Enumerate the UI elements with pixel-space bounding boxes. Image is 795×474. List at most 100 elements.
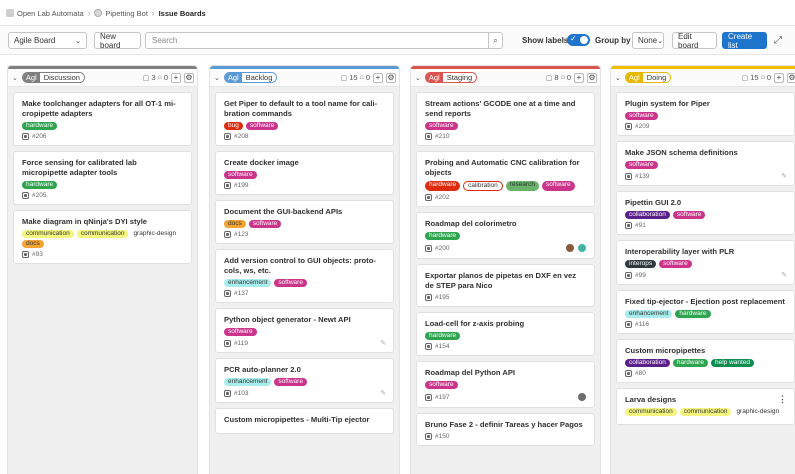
issue-card[interactable]: Python object generator - Newt API softwa…: [215, 308, 394, 353]
issue-title[interactable]: Custom micropipettes: [625, 346, 787, 356]
issue-label[interactable]: interops: [625, 260, 657, 268]
issue-card[interactable]: Exportar planos de pipetas en DXF en vez…: [416, 264, 595, 307]
issue-card[interactable]: Document the GUI-backend APIs docs softwar…: [215, 200, 394, 244]
breadcrumb-current[interactable]: Issue Boards: [159, 9, 206, 18]
issue-title[interactable]: Python object generator - Newt API: [224, 315, 386, 325]
issue-card[interactable]: Roadmap del Python API software #197: [416, 361, 595, 408]
issue-label[interactable]: software: [224, 171, 257, 179]
issue-title[interactable]: Create docker image: [224, 158, 386, 168]
add-issue-button[interactable]: +: [574, 72, 584, 83]
chevron-down-icon[interactable]: ⌄: [12, 74, 18, 82]
issue-label[interactable]: hardware: [425, 232, 461, 240]
search-icon[interactable]: ⌕: [488, 32, 502, 49]
issue-label[interactable]: calibration: [463, 181, 503, 191]
chevron-down-icon[interactable]: ⌄: [214, 74, 220, 82]
issue-label[interactable]: hardware: [675, 310, 711, 318]
issue-title[interactable]: Interoperability layer with PLR: [625, 247, 787, 257]
issue-card[interactable]: Bruno Fase 2 - definir Tareas y hacer Pa…: [416, 413, 595, 446]
pencil-icon[interactable]: ✎: [781, 172, 787, 180]
avatar[interactable]: [577, 392, 587, 402]
issue-card[interactable]: Probing and Automatic CNC calibration fo…: [416, 151, 595, 207]
issue-label[interactable]: software: [248, 220, 282, 228]
issue-card[interactable]: Create docker image software #199: [215, 151, 394, 195]
issue-title[interactable]: Get Piper to default to a tool name for …: [224, 99, 386, 119]
issue-label[interactable]: software: [274, 279, 307, 287]
issue-label[interactable]: software: [625, 161, 658, 169]
new-board-button[interactable]: New board: [94, 32, 141, 50]
pencil-icon[interactable]: ✎: [380, 339, 386, 347]
issue-title[interactable]: Make diagram in qNinja's DYI style: [22, 217, 184, 227]
issue-label[interactable]: collaboration: [625, 211, 670, 219]
list-label[interactable]: Agl Backlog: [223, 72, 278, 83]
add-issue-button[interactable]: +: [373, 72, 383, 83]
search-input[interactable]: [146, 36, 486, 45]
issue-label[interactable]: software: [425, 122, 458, 130]
issue-label[interactable]: collaboration: [625, 359, 670, 367]
issue-title[interactable]: Plugin system for Piper: [625, 99, 787, 109]
list-settings-gear-icon[interactable]: ⚙: [386, 72, 396, 83]
issue-label[interactable]: hardware: [22, 181, 58, 189]
list-settings-gear-icon[interactable]: ⚙: [184, 72, 194, 83]
list-label[interactable]: Agl Staging: [424, 72, 478, 83]
list-settings-gear-icon[interactable]: ⚙: [587, 72, 597, 83]
issue-title[interactable]: Custom micropipettes - Multi-Tip ejector: [224, 415, 386, 425]
issue-card[interactable]: Fixed tip-ejector - Ejection post replac…: [616, 290, 795, 334]
issue-card[interactable]: Get Piper to default to a tool name for …: [215, 92, 394, 146]
issue-label[interactable]: graphic-design: [131, 230, 178, 238]
issue-label[interactable]: software: [425, 381, 458, 389]
issue-title[interactable]: Fixed tip-ejector - Ejection post replac…: [625, 297, 787, 307]
issue-title[interactable]: Add version control to GUI objects: prot…: [224, 256, 386, 276]
issue-label[interactable]: software: [659, 260, 692, 268]
show-labels-toggle[interactable]: ✓: [567, 34, 590, 46]
breadcrumb-group[interactable]: Open Lab Automata: [6, 9, 84, 18]
issue-label[interactable]: communication: [625, 408, 677, 416]
add-issue-button[interactable]: +: [171, 72, 181, 83]
issue-label[interactable]: software: [672, 211, 706, 219]
edit-board-button[interactable]: Edit board: [672, 32, 717, 50]
issue-label[interactable]: software: [542, 181, 575, 191]
avatar[interactable]: [577, 243, 587, 253]
issue-title[interactable]: Roadmap del Python API: [425, 368, 587, 378]
pencil-icon[interactable]: ✎: [380, 389, 386, 397]
avatar[interactable]: [565, 243, 575, 253]
breadcrumb-group-label[interactable]: Open Lab Automata: [17, 9, 84, 18]
issue-title[interactable]: Document the GUI-backend APIs: [224, 207, 386, 217]
issue-label[interactable]: hardware: [22, 122, 58, 130]
issue-label[interactable]: help wanted: [710, 359, 755, 367]
issue-card[interactable]: Custom micropipettes collaboration hardwar…: [616, 339, 795, 383]
issue-label[interactable]: software: [274, 378, 307, 386]
issue-label[interactable]: hardware: [425, 181, 461, 191]
issue-label[interactable]: software: [625, 112, 658, 120]
more-actions-icon[interactable]: ⋮: [778, 394, 787, 405]
create-list-button[interactable]: Create list: [722, 32, 767, 50]
breadcrumb-project[interactable]: Pipetting Bot: [94, 9, 148, 18]
issue-card[interactable]: Make toolchanger adapters for all OT-1 m…: [13, 92, 192, 146]
issue-title[interactable]: Stream actions' GCODE one at a time and …: [425, 99, 587, 119]
issue-label[interactable]: software: [245, 122, 279, 130]
pencil-icon[interactable]: ✎: [781, 271, 787, 279]
issue-card[interactable]: Stream actions' GCODE one at a time and …: [416, 92, 595, 146]
list-label[interactable]: Agl Doing: [624, 72, 672, 83]
add-issue-button[interactable]: +: [774, 72, 784, 83]
list-label[interactable]: Agl Discussion: [21, 72, 85, 83]
expand-icon[interactable]: ⤢: [774, 35, 782, 46]
issue-card[interactable]: Plugin system for Piper software #209: [616, 92, 795, 136]
issue-title[interactable]: Pipettin GUI 2.0: [625, 198, 787, 208]
issue-title[interactable]: Make JSON schema definitions: [625, 148, 787, 158]
issue-label[interactable]: bug: [224, 122, 243, 130]
issue-card[interactable]: Make JSON schema definitions software #13…: [616, 141, 795, 186]
issue-title[interactable]: PCR auto-planner 2.0: [224, 365, 386, 375]
issue-label[interactable]: hardware: [672, 359, 708, 367]
issue-card[interactable]: Make diagram in qNinja's DYI style commun…: [13, 210, 192, 264]
chevron-down-icon[interactable]: ⌄: [415, 74, 421, 82]
issue-card[interactable]: Interoperability layer with PLR interops s…: [616, 240, 795, 285]
issue-title[interactable]: Make toolchanger adapters for all OT-1 m…: [22, 99, 184, 119]
issue-label[interactable]: enhancement: [224, 279, 272, 287]
issue-card[interactable]: Load-cell for z-axis probing hardware #15…: [416, 312, 595, 356]
issue-label[interactable]: enhancement: [224, 378, 272, 386]
issue-title[interactable]: Force sensing for calibrated lab micropi…: [22, 158, 184, 178]
issue-label[interactable]: enhancement: [625, 310, 673, 318]
issue-card[interactable]: PCR auto-planner 2.0 enhancement software …: [215, 358, 394, 403]
issue-label[interactable]: communication: [679, 408, 732, 416]
issue-card[interactable]: Roadmap del colorimetro hardware #200: [416, 212, 595, 259]
